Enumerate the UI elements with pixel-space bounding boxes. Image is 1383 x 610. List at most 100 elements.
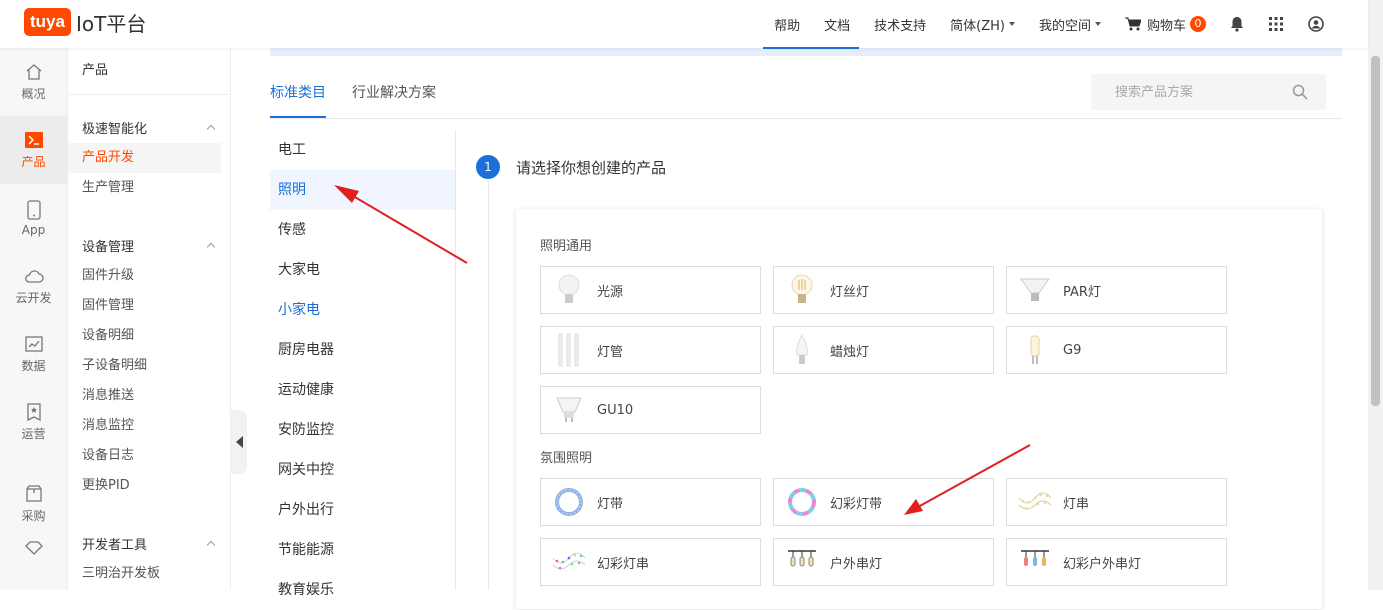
logo[interactable]: tuya IoT平台 xyxy=(24,8,146,36)
product-tile[interactable]: 灯管 xyxy=(540,326,761,374)
group-header-label: 极速智能化 xyxy=(82,121,148,137)
scrollbar-track[interactable] xyxy=(1368,0,1383,590)
sidebar-item[interactable]: 更换PID xyxy=(68,471,221,501)
sidebar-group-header[interactable]: 开发者工具 xyxy=(68,527,230,559)
string-light-icon xyxy=(1007,479,1063,525)
cart-count-badge: 0 xyxy=(1190,16,1206,32)
category-item[interactable]: 教育娱乐 xyxy=(270,570,455,610)
sidebar-item[interactable]: 消息推送 xyxy=(68,381,221,411)
docs-active-indicator xyxy=(763,47,859,49)
category-item[interactable]: 小家电 xyxy=(270,290,455,330)
product-tile[interactable]: 灯串 xyxy=(1006,478,1227,526)
product-tile[interactable]: 光源 xyxy=(540,266,761,314)
category-item[interactable]: 传感 xyxy=(270,210,455,250)
product-label: 灯串 xyxy=(1063,496,1090,512)
product-label: 幻彩户外串灯 xyxy=(1063,556,1142,572)
product-tile[interactable]: 灯带 xyxy=(540,478,761,526)
nav-support[interactable]: 技术支持 xyxy=(874,0,926,48)
sidebar-item-product-dev[interactable]: 产品开发 xyxy=(68,143,221,173)
chevron-up-icon xyxy=(206,124,216,134)
category-item[interactable]: 电工 xyxy=(270,130,455,170)
sidebar-group-header[interactable]: 极速智能化 xyxy=(68,111,230,143)
product-tile[interactable]: 幻彩灯串 xyxy=(540,538,761,586)
category-item[interactable]: 节能能源 xyxy=(270,530,455,570)
bulb-icon xyxy=(541,267,597,313)
step-line xyxy=(488,182,489,590)
sidebar-item-production[interactable]: 生产管理 xyxy=(68,173,221,203)
category-item[interactable]: 户外出行 xyxy=(270,490,455,530)
top-header: tuya IoT平台 帮助 文档 技术支持 简体(ZH) 我的空间 购物车 0 xyxy=(0,0,1368,49)
space-label: 我的空间 xyxy=(1038,18,1091,34)
leftnav-cloud[interactable]: 云开发 xyxy=(0,252,67,320)
sidebar-item[interactable]: 设备明细 xyxy=(68,321,221,351)
sidebar-title: 产品 xyxy=(68,48,230,95)
cart-button[interactable]: 购物车 0 xyxy=(1124,0,1206,48)
chevron-down-icon xyxy=(1008,22,1015,26)
leftnav-purchase[interactable]: 采购 xyxy=(0,470,67,538)
leftnav-operation[interactable]: 运营 xyxy=(0,388,67,456)
search-input[interactable] xyxy=(1115,84,1285,100)
sidebar-item[interactable]: 子设备明细 xyxy=(68,351,221,381)
sidebar-group-devtools: 开发者工具 三明治开发板 xyxy=(68,527,230,589)
sidebar-item[interactable]: 设备日志 xyxy=(68,441,221,471)
g9-bulb-icon xyxy=(1007,327,1063,373)
chevron-up-icon xyxy=(206,242,216,252)
sidebar-item[interactable]: 三明治开发板 xyxy=(68,559,221,589)
category-item-selected[interactable]: 照明 xyxy=(270,170,455,210)
leftnav-more[interactable] xyxy=(0,538,67,568)
language-label: 简体(ZH) xyxy=(950,18,1005,34)
language-dropdown[interactable]: 简体(ZH) xyxy=(950,0,1015,48)
product-tile[interactable]: GU10 xyxy=(540,386,761,434)
leftnav-label: 产品 xyxy=(21,155,46,169)
nav-docs[interactable]: 文档 xyxy=(824,0,850,48)
sidebar-group-header[interactable]: 设备管理 xyxy=(68,229,230,261)
cart-icon xyxy=(1124,17,1141,31)
logo-text: IoT平台 xyxy=(75,11,147,36)
category-item[interactable]: 安防监控 xyxy=(270,410,455,450)
header-nav: 帮助 文档 技术支持 简体(ZH) 我的空间 购物车 0 xyxy=(750,0,1324,48)
tab-industry[interactable]: 行业解决方案 xyxy=(352,72,436,118)
sidebar-item[interactable]: 消息监控 xyxy=(68,411,221,441)
group-header-label: 设备管理 xyxy=(82,239,135,255)
leftnav-overview[interactable]: 概况 xyxy=(0,48,67,116)
product-label: 幻彩灯串 xyxy=(597,556,650,572)
product-label: 灯管 xyxy=(597,344,624,360)
product-tile[interactable]: 户外串灯 xyxy=(773,538,994,586)
search-icon[interactable] xyxy=(1292,84,1308,100)
section-title: 氛围照明 xyxy=(540,451,593,466)
scrollbar-thumb[interactable] xyxy=(1371,56,1380,406)
nav-help[interactable]: 帮助 xyxy=(774,0,800,48)
product-label: 蜡烛灯 xyxy=(830,344,870,360)
category-item[interactable]: 大家电 xyxy=(270,250,455,290)
step-indicator: 1 请选择你想创建的产品 xyxy=(476,155,666,179)
tab-standard[interactable]: 标准类目 xyxy=(270,72,326,118)
sidebar-group-quick: 极速智能化 产品开发 生产管理 xyxy=(68,111,230,203)
leftnav-app[interactable]: App xyxy=(0,184,67,252)
category-item[interactable]: 厨房电器 xyxy=(270,330,455,370)
product-tile[interactable]: 幻彩灯带 xyxy=(773,478,994,526)
product-tile[interactable]: 蜡烛灯 xyxy=(773,326,994,374)
leftnav-product[interactable]: 产品 xyxy=(0,116,67,184)
sidebar-collapse-toggle[interactable] xyxy=(231,410,247,474)
chevron-down-icon xyxy=(1094,22,1101,26)
product-label: GU10 xyxy=(597,402,634,418)
apps-button[interactable] xyxy=(1268,0,1284,48)
sidebar-item[interactable]: 固件升级 xyxy=(68,261,221,291)
home-icon xyxy=(24,62,44,82)
leftnav-label: 云开发 xyxy=(15,291,52,305)
space-dropdown[interactable]: 我的空间 xyxy=(1039,0,1101,48)
section-title: 照明通用 xyxy=(540,239,593,254)
notification-button[interactable] xyxy=(1230,0,1244,48)
category-item[interactable]: 运动健康 xyxy=(270,370,455,410)
product-tile[interactable]: 幻彩户外串灯 xyxy=(1006,538,1227,586)
product-tile[interactable]: G9 xyxy=(1006,326,1227,374)
user-menu[interactable] xyxy=(1308,0,1324,48)
category-item[interactable]: 网关中控 xyxy=(270,450,455,490)
leftnav-label: App xyxy=(21,222,46,237)
product-tile[interactable]: PAR灯 xyxy=(1006,266,1227,314)
product-tile[interactable]: 灯丝灯 xyxy=(773,266,994,314)
leftnav-data[interactable]: 数据 xyxy=(0,320,67,388)
group-header-label: 开发者工具 xyxy=(82,537,148,553)
step-title: 请选择你想创建的产品 xyxy=(516,158,667,177)
sidebar-item[interactable]: 固件管理 xyxy=(68,291,221,321)
